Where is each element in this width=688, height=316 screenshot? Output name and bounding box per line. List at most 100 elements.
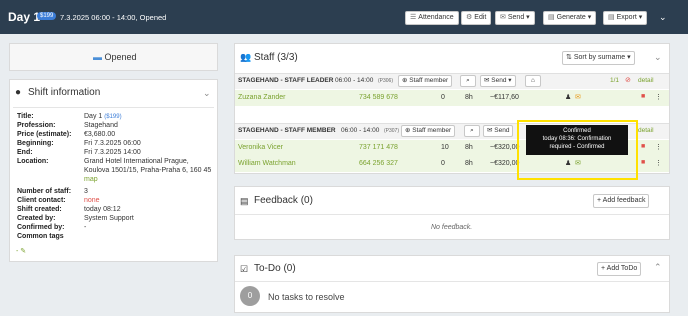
edit-button[interactable]: ⚙ Edit <box>461 11 492 25</box>
staff-number: 0 <box>441 94 445 101</box>
label-title: Title: <box>17 113 34 120</box>
staff-phone[interactable]: 734 589 678 <box>359 94 398 101</box>
chevron-down-icon[interactable]: ⌄ <box>659 12 667 23</box>
send-button[interactable]: ✉ Send <box>483 125 514 137</box>
feedback-panel: ▤ Feedback (0) + Add feedback No feedbac… <box>234 186 670 240</box>
search-button[interactable]: ⌕ <box>464 125 480 137</box>
staff-name[interactable]: Veronika Vicer <box>238 144 283 151</box>
feedback-title: Feedback (0) <box>254 195 313 206</box>
add-staff-button[interactable]: ⊕ Staff member <box>401 125 456 137</box>
divider <box>13 107 214 108</box>
export-button[interactable]: ▤ Export ▾ <box>603 11 648 25</box>
todo-title: To-Do (0) <box>254 263 296 274</box>
tag-icon: ⌂ <box>531 77 535 84</box>
search-icon: ⌕ <box>470 127 474 134</box>
label-location: Location: <box>17 158 49 165</box>
todo-empty: No tasks to resolve <box>268 292 345 302</box>
envelope-icon: ✉ <box>500 14 506 21</box>
attendance-button[interactable]: ☰ Attendance <box>405 11 459 25</box>
add-feedback-button[interactable]: + Add feedback <box>593 194 650 208</box>
more-icon[interactable]: ⋮ <box>655 143 662 151</box>
comment-icon: ▤ <box>240 196 249 206</box>
staff-hours: 8h <box>465 94 473 101</box>
staff-phone[interactable]: 737 171 478 <box>359 144 398 151</box>
value-staff-count: 3 <box>84 188 88 195</box>
value-location: Grand Hotel International Prague, <box>84 158 189 165</box>
confirmation-tooltip: Confirmed today 08:36: Confirmation requ… <box>526 125 628 155</box>
label-shift-created: Shift created: <box>17 206 62 213</box>
document-icon: ▤ <box>548 14 555 21</box>
folder-icon: ▬ <box>93 52 102 62</box>
plus-icon: + <box>601 265 606 272</box>
staff-name[interactable]: Zuzana Zander <box>238 94 285 101</box>
chevron-down-icon[interactable]: ⌄ <box>654 52 662 63</box>
group-code: (P306) <box>378 78 394 84</box>
users-icon: 👥 <box>240 52 252 62</box>
plus-icon: + <box>597 197 602 204</box>
gear-icon: ⚙ <box>466 14 473 21</box>
generate-button[interactable]: ▤ Generate ▾ <box>543 11 597 25</box>
envelope-icon: ✉ <box>484 77 490 84</box>
staff-name[interactable]: William Watchman <box>238 160 296 167</box>
detail-link[interactable]: detail <box>638 77 654 84</box>
label-client-contact: Client contact: <box>17 197 66 204</box>
value-price: €3,680.00 <box>84 131 116 138</box>
bell-off-icon[interactable]: ⊘ <box>625 76 631 84</box>
send-button[interactable]: ✉ Send ▾ <box>480 75 516 87</box>
value-location-address: Koulova 1501/15, Praha-Praha 6, 160 45 <box>84 167 212 174</box>
add-todo-button[interactable]: + Add ToDo <box>597 262 642 276</box>
add-staff-button[interactable]: ⊕ Staff member <box>398 75 453 87</box>
feedback-empty: No feedback. <box>431 224 473 231</box>
envelope-icon[interactable]: ✉ <box>575 93 581 101</box>
export-icon: ▤ <box>608 14 615 21</box>
status-label: ▬ Opened <box>93 52 137 62</box>
staff-phone[interactable]: 664 256 327 <box>359 160 398 167</box>
trash-icon[interactable]: ■ <box>641 93 645 100</box>
value-client-contact: none <box>84 197 100 204</box>
map-link[interactable]: map <box>84 176 98 183</box>
trash-icon[interactable]: ■ <box>641 159 645 166</box>
group-name: STAGEHAND - STAFF LEADER <box>238 77 334 84</box>
chevron-down-icon[interactable]: ⌄ <box>203 88 211 99</box>
page-title: Day 1 <box>8 10 41 24</box>
top-header: Day 1 $199 7.3.2025 06:00 - 14:00, Opene… <box>0 0 688 34</box>
send-button[interactable]: ✉ Send ▾ <box>495 11 535 25</box>
label-profession: Profession: <box>17 122 56 129</box>
detail-link[interactable]: detail <box>638 127 654 134</box>
more-icon[interactable]: ⋮ <box>655 159 662 167</box>
search-icon: ⌕ <box>466 77 470 84</box>
staff-amount: ~€117,60 <box>490 94 519 101</box>
user-check-icon[interactable]: ♟ <box>565 93 571 101</box>
todo-count-badge: 0 <box>240 286 260 306</box>
value-shift-created: today 08:12 <box>84 206 121 213</box>
divider <box>235 281 669 282</box>
value-profession: Stagehand <box>84 122 118 129</box>
value-beginning: Fri 7.3.2025 06:00 <box>84 140 141 147</box>
staff-title: Staff (3/3) <box>254 52 298 63</box>
value-confirmed-by: - <box>84 224 87 231</box>
tag-button[interactable]: ⌂ <box>525 75 541 87</box>
shift-info-title: Shift information <box>28 87 101 98</box>
staff-amount: ~€320,00 <box>490 144 520 151</box>
label-common-tags: Common tags <box>17 233 64 240</box>
trash-icon[interactable]: ■ <box>641 143 645 150</box>
todo-panel: ☑ To-Do (0) + Add ToDo ⌃ 0 No tasks to r… <box>234 255 670 313</box>
sort-select[interactable]: ⇅ Sort by surname ▾ <box>562 51 635 65</box>
status-box[interactable]: ▬ Opened <box>9 43 218 71</box>
divider <box>235 214 669 215</box>
value-title: Day 1 ($199) <box>84 113 122 120</box>
pencil-icon[interactable]: - ✎ <box>16 247 26 255</box>
table-row[interactable] <box>235 90 669 106</box>
value-created-by: System Support <box>84 215 134 222</box>
shift-subtitle: 7.3.2025 06:00 - 14:00, Opened <box>60 13 167 22</box>
label-staff-count: Number of staff: <box>17 188 72 195</box>
plus-icon: ⊕ <box>405 127 411 134</box>
list-icon: ☰ <box>410 14 417 21</box>
group-time: 06:00 - 14:00 <box>341 127 380 134</box>
group-name: STAGEHAND - STAFF MEMBER <box>238 127 336 134</box>
search-button[interactable]: ⌕ <box>460 75 476 87</box>
more-icon[interactable]: ⋮ <box>655 93 662 101</box>
chevron-up-icon[interactable]: ⌃ <box>654 262 662 273</box>
group-time: 06:00 - 14:00 <box>335 77 374 84</box>
label-price: Price (estimate): <box>17 131 72 138</box>
